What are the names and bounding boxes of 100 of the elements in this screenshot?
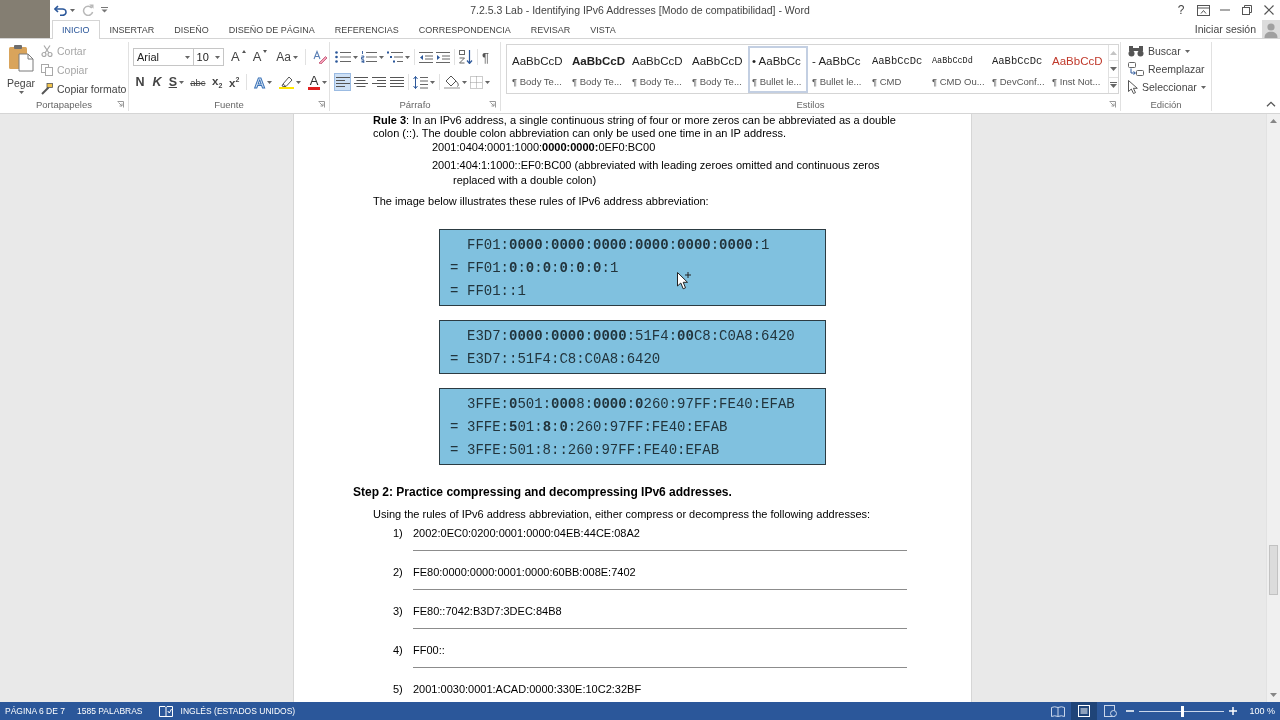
undo-button[interactable] [54,2,75,18]
style-item[interactable]: AaBbCcD ¶ Body Te... [508,46,568,93]
style-item[interactable]: AaBbCcDd ¶ CMD Ou... [928,46,988,93]
list-number: 3) [393,604,404,618]
italic-button[interactable]: K [150,73,164,91]
numbering-button[interactable] [360,48,385,66]
replace-button[interactable]: Reemplazar [1128,60,1211,78]
grow-font-button[interactable]: A [228,48,248,66]
align-left-icon [335,77,350,87]
photo-placeholder [0,0,50,38]
example-address: 2001:0404:0001:1000:0000:0000:0EF0:BC00 [432,140,657,155]
shading-button[interactable] [443,73,468,91]
strikethrough-button[interactable]: abc [188,73,208,91]
align-right-icon [371,77,386,87]
show-marks-button[interactable]: ¶ [481,48,490,66]
proofing-icon [158,705,173,717]
zoom-level[interactable]: 100 % [1249,706,1275,716]
word-count[interactable]: 1585 PALABRAS [77,706,143,716]
vertical-scrollbar[interactable] [1266,114,1280,702]
ipv6-address: FF01:0:0:0:0:0:0:1 [467,259,619,276]
equals-sign: = [450,441,460,458]
superscript-button[interactable]: x$^{2}$ [227,73,242,91]
ribbon-tab[interactable]: CORRESPONDENCIA [408,20,521,38]
caret-down-icon [263,50,268,53]
ribbon-tab[interactable]: REVISAR [520,20,581,38]
scrollbar-thumb[interactable] [1269,545,1278,595]
clear-formatting-button[interactable] [311,48,329,66]
paste-button[interactable]: Pegar [3,42,39,98]
caret-icon [184,55,190,59]
underline-button[interactable]: S [167,73,186,91]
ipv6-address: FF01:0000:0000:0000:0000:0000:0000:1 [467,236,770,253]
style-item[interactable]: AaBbCcD ¶ Body Te... [568,46,628,93]
replace-icon [1128,62,1144,76]
ipv6-address: 3FFE:501:8::260:97FF:FE40:EFAB [467,441,720,458]
font-name-combo[interactable]: Arial [133,48,194,66]
print-layout-button[interactable] [1071,702,1098,720]
proofing-button[interactable] [158,705,173,717]
intro-text: The image below illustrates these rules of IPv6 address abbreviation: [373,194,710,208]
clear-formatting-icon [313,50,327,64]
line-spacing-button[interactable] [412,73,436,91]
language-indicator[interactable]: INGLÉS (ESTADOS UNIDOS) [180,706,296,716]
select-button[interactable]: Seleccionar [1128,78,1211,96]
zoom-in-button[interactable] [1228,704,1239,718]
restore-icon [1242,5,1252,15]
dialog-launcher-button[interactable] [489,100,496,109]
ribbon-tab[interactable]: REFERENCIAS [324,20,409,38]
style-item[interactable]: AaBbCcDc ¶ DevConf... [988,46,1048,93]
scissors-icon [41,45,53,57]
ribbon-tab[interactable]: VISTA [580,20,626,38]
ribbon-tab[interactable]: INSERTAR [99,20,165,38]
font-size-combo[interactable]: 10 [193,48,224,66]
mouse-pointer-icon [677,272,691,290]
ribbon-tab[interactable]: INICIO [52,20,100,39]
ipv6-address: 2002:0EC0:0200:0001:0000:04EB:44CE:08A2 [413,526,640,540]
dialog-launcher-button[interactable] [117,100,124,109]
group-label: Párrafo [399,99,431,110]
subscript-button[interactable]: x$_{2}$ [210,73,225,91]
close-icon [1264,5,1274,15]
dialog-launcher-button[interactable] [318,100,325,109]
ipv6-address: FE80::7042:B3D7:3DEC:84B8 [413,604,562,618]
caret-icon [70,8,75,12]
bullets-button[interactable] [334,48,359,66]
caret-icon [322,80,327,84]
bold-button[interactable]: N [133,73,147,91]
example-address: 2001:404:1:1000::EF0:BC00 (abbreviated with leading zeroes omitted and continuous zeros replaced with a double colon) [432,158,881,188]
caret-icon [293,55,298,59]
format-painter-button[interactable]: Copiar formato [41,80,127,98]
ipv6-address: FF01::1 [467,282,526,299]
ribbon-tab[interactable]: DISEÑO [164,20,219,38]
redo-icon [82,4,94,16]
align-left-button[interactable] [334,73,351,91]
caret-icon [379,55,384,59]
ipv6-address: 2001:0030:0001:ACAD:0000:330E:10C2:32BF [413,682,642,696]
ribbon-display-icon [1196,4,1210,16]
zoom-slider-thumb[interactable] [1180,705,1184,717]
dialog-launcher-button[interactable] [1109,100,1116,109]
group-label: Fuente [214,99,244,110]
dialog-launcher-icon [117,101,124,108]
style-item[interactable]: AaBbCcD ¶ Inst Not... [1048,46,1108,93]
change-case-button[interactable]: Aa [272,48,300,66]
dialog-launcher-icon [489,101,496,108]
style-item[interactable]: - AaBbCc ¶ Bullet le... [808,46,868,93]
ribbon-tab[interactable]: DISEÑO DE PÁGINA [218,20,325,38]
shrink-font-button[interactable]: A [250,48,270,66]
list-number: 2) [393,565,404,579]
page-count[interactable]: PÁGINA 6 DE 7 [5,706,65,716]
bullet-list-icon [335,51,351,63]
caret-up-icon [241,50,246,53]
style-item[interactable]: • AaBbCc ¶ Bullet le... [748,46,808,93]
style-item[interactable]: AaBbCcDc ¶ CMD [868,46,928,93]
style-item[interactable]: AaBbCcD ¶ Body Te... [688,46,748,93]
style-item[interactable]: AaBbCcD ¶ Body Te... [628,46,688,93]
help-button[interactable]: ? [1170,0,1192,20]
collapse-ribbon-button[interactable] [1266,100,1276,108]
sign-in-link[interactable]: Iniciar sesión [1194,23,1256,35]
font-color-button[interactable]: A [306,73,329,91]
find-button[interactable]: Buscar [1128,42,1211,60]
sort-button[interactable] [458,48,474,66]
dialog-launcher-icon [318,101,325,108]
line-spacing-icon [413,75,428,89]
